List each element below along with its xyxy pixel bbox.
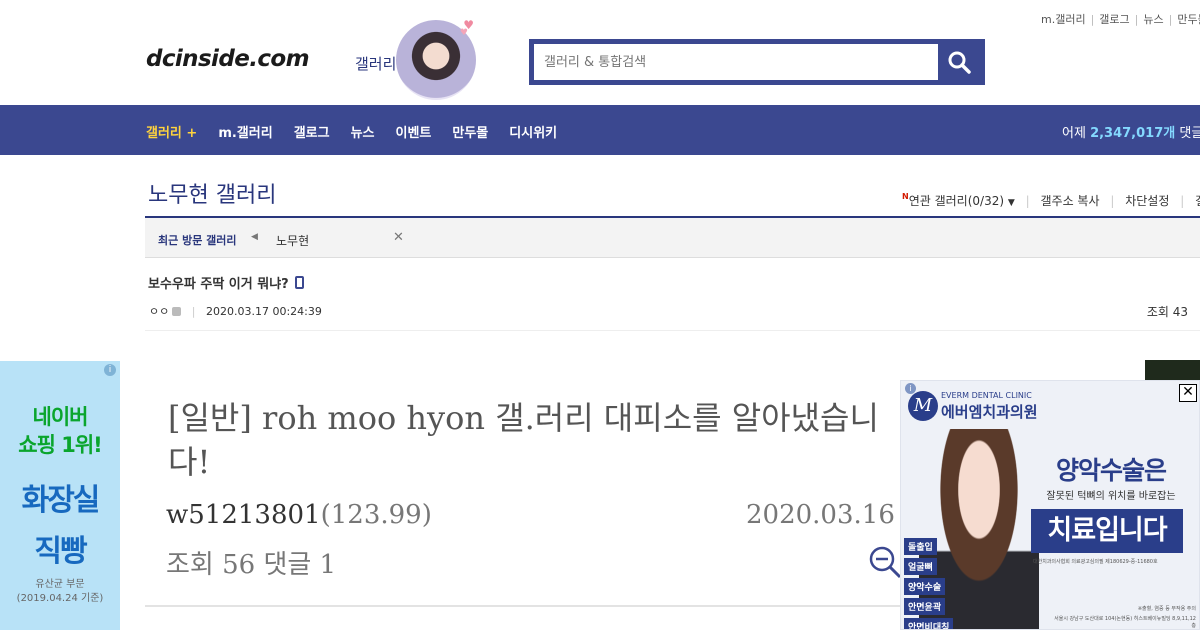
top-link-m-gallery[interactable]: m.갤러리 xyxy=(1041,13,1086,26)
divider xyxy=(145,330,1200,331)
embedded-post-title: [일반] roh moo hyon 갤.러리 대피소를 알아냈습니다! xyxy=(168,399,879,481)
nickname-icon xyxy=(172,307,182,316)
embedded-author-name: w51213801 xyxy=(166,500,321,530)
visitor-suffix: 댓글 xyxy=(1179,126,1200,141)
recent-galleries-label: 최근 방문 갤러리 xyxy=(158,234,237,247)
ad-footnote: (2019.04.24 기준) xyxy=(16,593,104,604)
ad-tag: 양악수술 xyxy=(904,578,946,595)
left-banner-ad[interactable]: i 네이버 쇼핑 1위! 화장실 직빵 유산균 부문 (2019.04.24 기… xyxy=(0,361,120,630)
divider: | xyxy=(1025,194,1030,208)
close-icon[interactable]: ✕ xyxy=(393,230,404,245)
recent-gallery-item[interactable]: 노무현 xyxy=(276,232,309,249)
post-meta: ㅇㅇ | 2020.03.17 00:24:39 xyxy=(149,303,322,319)
post-views: 조회 43 xyxy=(1146,305,1188,319)
top-link-news[interactable]: 뉴스 xyxy=(1143,13,1163,26)
right-banner-ad[interactable]: i ✕ M EVERM DENTAL CLINIC 에버엠치과의원 양악수술은 … xyxy=(900,380,1200,630)
ad-tag: 돌출입 xyxy=(904,538,937,555)
ad-text: 화장실 xyxy=(21,483,101,518)
ad-subheadline: 잘못된 턱뼈의 위치를 바로잡는 xyxy=(1046,491,1176,502)
search-bar xyxy=(529,39,985,85)
divider: | xyxy=(1134,13,1139,26)
clinic-logo-icon: M xyxy=(908,391,938,421)
top-links: m.갤러리 | 갤로그 | 뉴스 | 만두몰 xyxy=(1041,11,1200,27)
divider: | xyxy=(1168,13,1173,26)
divider: | xyxy=(1110,194,1115,208)
gallery-info-button[interactable]: 갤러 xyxy=(1195,194,1200,208)
post-title: 보수우파 주딱 이거 뭐냐? xyxy=(148,273,304,292)
embedded-author: w51213801(123.99) xyxy=(166,500,432,530)
mascot-avatar: ♥ ♥ xyxy=(396,18,476,100)
nav-item-gallog[interactable]: 갤로그 xyxy=(294,122,330,141)
clinic-name-en: EVERM DENTAL CLINIC xyxy=(941,391,1032,400)
search-button[interactable] xyxy=(938,44,980,80)
ad-fineprint: ※출혈, 염증 등 부작용 주의 xyxy=(1137,606,1196,612)
post-title-text: 보수우파 주딱 이거 뭐냐? xyxy=(148,277,289,292)
ad-tag: 안면윤곽 xyxy=(904,598,946,615)
ad-footnote: 유산균 부문 xyxy=(35,579,85,590)
embedded-stats: 조회 56 댓글 1 xyxy=(166,550,337,580)
side-image-strip xyxy=(1145,360,1200,382)
post-date: 2020.03.17 00:24:39 xyxy=(205,305,322,318)
ad-fineprint: 서울시 강남구 도산대로 104(논현동) 히스트베이뉴빌딩 8,9,11,12… xyxy=(1054,616,1196,629)
nav-item-news[interactable]: 뉴스 xyxy=(351,122,375,141)
ad-text: 직빵 xyxy=(34,534,87,569)
ad-tag: 얼굴뼈 xyxy=(904,558,937,575)
heart-icon: ♥ xyxy=(459,28,468,38)
logo-gallery-label[interactable]: 갤러리 xyxy=(355,53,396,74)
divider: | xyxy=(1180,194,1185,208)
ad-text: 네이버 xyxy=(32,405,89,429)
ad-highlight: 치료입니다 xyxy=(1031,509,1183,553)
search-icon xyxy=(948,51,971,74)
ad-tags: 돌출입 얼굴뼈 양악수술 안면윤곽 안면비대칭 xyxy=(904,538,954,629)
divider: | xyxy=(1090,13,1095,26)
ad-text: 쇼핑 1위! xyxy=(18,433,102,457)
embedded-author-ip: (123.99) xyxy=(320,500,432,530)
new-badge-icon: N xyxy=(902,192,909,201)
zoom-out-icon[interactable] xyxy=(868,545,902,583)
block-settings-button[interactable]: 차단설정 xyxy=(1125,194,1169,208)
site-logo[interactable]: dcinside.com xyxy=(146,46,310,72)
visitor-label: 어제 xyxy=(1062,126,1086,141)
nav-item-wiki[interactable]: 디시위키 xyxy=(509,122,557,141)
nav-item-m-gallery[interactable]: m.갤러리 xyxy=(218,122,272,141)
close-ad-button[interactable]: ✕ xyxy=(1179,384,1197,402)
info-icon[interactable]: i xyxy=(104,364,116,376)
ad-tag: 안면비대칭 xyxy=(904,618,954,629)
nav-item-gallery[interactable]: 갤러리 + xyxy=(146,122,197,141)
search-input[interactable] xyxy=(534,44,938,80)
recent-galleries-bar: 최근 방문 갤러리 ◀ 노무현 ✕ xyxy=(145,218,1200,258)
post-author[interactable]: ㅇㅇ xyxy=(149,305,169,318)
gallery-title[interactable]: 노무현 갤러리 xyxy=(148,177,276,209)
main-nav: 갤러리 + m.갤러리 갤로그 뉴스 이벤트 만두몰 디시위키 어제 2,347… xyxy=(0,105,1200,155)
visitor-stats: 어제 2,347,017개 댓글 xyxy=(1062,122,1200,141)
copy-address-button[interactable]: 갤주소 복사 xyxy=(1040,194,1099,208)
top-link-mall[interactable]: 만두몰 xyxy=(1177,13,1200,26)
ad-fineprint: 대한치과의사협회 의료광고심의필 제180629-중-11680호 xyxy=(1033,559,1158,565)
nav-item-mall[interactable]: 만두몰 xyxy=(452,122,488,141)
chevron-left-icon[interactable]: ◀ xyxy=(251,232,258,242)
related-gallery-button[interactable]: 연관 갤러리(0/32) xyxy=(909,194,1004,208)
embedded-date: 2020.03.16 xyxy=(746,500,895,530)
divider: | xyxy=(191,305,196,318)
top-link-gallog[interactable]: 갤로그 xyxy=(1099,13,1129,26)
mobile-icon xyxy=(294,276,304,289)
clinic-name-ko: 에버엠치과의원 xyxy=(941,403,1038,421)
ad-headline: 양악수술은 xyxy=(1055,456,1167,485)
chevron-down-icon[interactable]: ▼ xyxy=(1008,198,1015,208)
divider xyxy=(145,605,905,607)
nav-items: 갤러리 + m.갤러리 갤로그 뉴스 이벤트 만두몰 디시위키 xyxy=(146,122,557,141)
visitor-count: 2,347,017개 xyxy=(1090,126,1176,141)
nav-item-event[interactable]: 이벤트 xyxy=(396,122,432,141)
gallery-tools: N연관 갤러리(0/32) ▼ | 갤주소 복사 | 차단설정 | 갤러 xyxy=(902,192,1200,209)
